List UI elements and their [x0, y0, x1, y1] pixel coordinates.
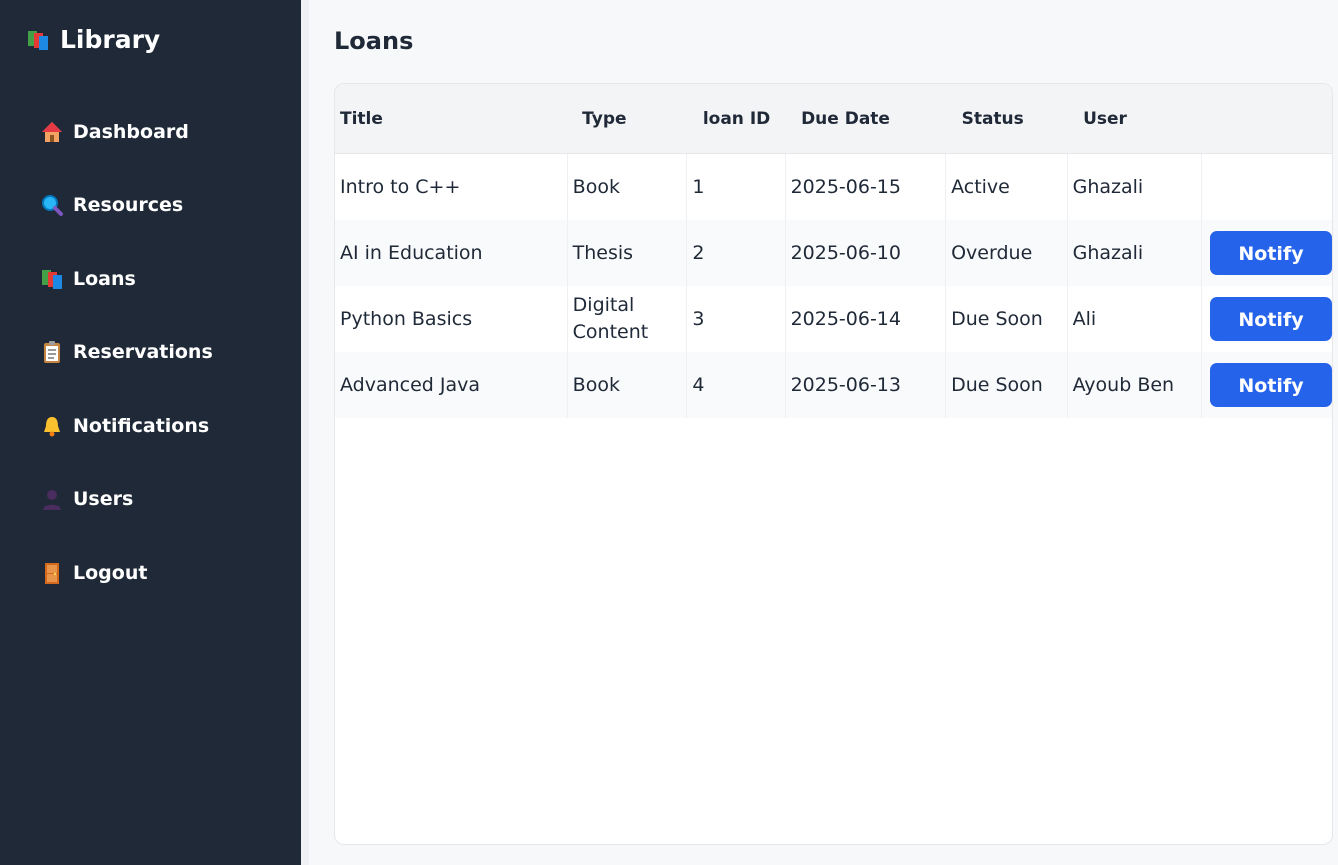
loans-table-card: Title Type loan ID Due Date Status User … [334, 83, 1333, 845]
header-loan-id[interactable]: loan ID [686, 84, 786, 154]
cell-due-date: 2025-06-15 [784, 153, 946, 220]
books-icon [26, 28, 50, 52]
main-content: Loans Title Type loan ID Due Date Status… [309, 0, 1338, 865]
cell-type: Book [566, 352, 687, 418]
cell-actions: Notify [1201, 220, 1332, 286]
cell-type: Digital Content [566, 286, 687, 352]
header-actions [1201, 84, 1332, 154]
sidebar-item-label: Users [73, 488, 134, 510]
cell-title: Python Basics [340, 308, 473, 330]
brand-label: Library [60, 25, 161, 54]
header-due-date[interactable]: Due Date [785, 84, 946, 154]
notify-button[interactable]: Notify [1210, 297, 1332, 341]
table-row: AI in Education Thesis 2 2025-06-10 Over… [335, 220, 1332, 286]
magnifier-icon [40, 193, 64, 217]
cell-due-date: 2025-06-14 [784, 286, 946, 352]
sidebar-item-users[interactable]: Users [40, 487, 133, 511]
header-type[interactable]: Type [567, 84, 687, 154]
sidebar-item-label: Dashboard [73, 121, 189, 143]
cell-type: Book [566, 153, 687, 220]
table-row: Advanced Java Book 4 2025-06-13 Due Soon… [335, 352, 1332, 418]
cell-status: Overdue [945, 220, 1068, 286]
loans-table: Title Type loan ID Due Date Status User … [335, 84, 1332, 418]
sidebar-item-dashboard[interactable]: Dashboard [40, 120, 189, 144]
sidebar-item-reservations[interactable]: Reservations [40, 340, 213, 364]
sidebar: Library Dashboard Resources Loans Reserv… [0, 0, 301, 865]
cell-loan-id: 1 [686, 153, 786, 220]
house-icon [40, 120, 64, 144]
sidebar-divider [301, 0, 309, 865]
cell-due-date: 2025-06-13 [784, 352, 946, 418]
door-icon [40, 561, 64, 585]
sidebar-item-label: Notifications [73, 415, 210, 437]
cell-status: Due Soon [945, 286, 1068, 352]
bell-icon [40, 414, 64, 438]
header-title[interactable]: Title [335, 84, 568, 154]
cell-loan-id: 4 [686, 352, 786, 418]
cell-user: Ghazali [1066, 220, 1202, 286]
page-title: Loans [334, 27, 414, 55]
sidebar-item-resources[interactable]: Resources [40, 193, 183, 217]
cell-actions: Notify [1201, 352, 1332, 418]
cell-type: Thesis [566, 220, 687, 286]
cell-title: Advanced Java [335, 352, 568, 418]
cell-user: Ghazali [1066, 153, 1202, 220]
cell-loan-id: 3 [686, 286, 786, 352]
notify-button[interactable]: Notify [1210, 231, 1332, 275]
cell-title: Intro to C++ [340, 176, 461, 198]
cell-loan-id: 2 [686, 220, 786, 286]
header-status[interactable]: Status [945, 84, 1068, 154]
clipboard-icon [40, 340, 64, 364]
cell-due-date: 2025-06-10 [784, 220, 946, 286]
sidebar-item-label: Reservations [73, 341, 213, 363]
brand: Library [26, 25, 160, 54]
header-user[interactable]: User [1067, 84, 1202, 154]
books-icon [40, 267, 64, 291]
table-row: Intro to C++ Book 1 2025-06-15 Active Gh… [335, 153, 1332, 220]
cell-actions [1201, 153, 1332, 220]
cell-title: AI in Education [335, 220, 568, 286]
cell-user: Ali [1066, 286, 1202, 352]
sidebar-item-logout[interactable]: Logout [40, 561, 147, 585]
user-silhouette-icon [40, 487, 64, 511]
notify-button[interactable]: Notify [1210, 363, 1332, 407]
cell-status: Due Soon [945, 352, 1068, 418]
sidebar-item-label: Resources [73, 194, 184, 216]
sidebar-item-label: Logout [73, 562, 148, 584]
sidebar-item-notifications[interactable]: Notifications [40, 414, 209, 438]
cell-user: Ayoub Ben [1066, 352, 1202, 418]
cell-actions: Notify [1201, 286, 1332, 352]
table-header-row: Title Type loan ID Due Date Status User [335, 84, 1332, 154]
table-row: Python Basics Digital Content 3 2025-06-… [335, 286, 1332, 352]
sidebar-item-loans[interactable]: Loans [40, 267, 136, 291]
cell-status: Active [945, 153, 1068, 220]
sidebar-item-label: Loans [73, 268, 136, 290]
